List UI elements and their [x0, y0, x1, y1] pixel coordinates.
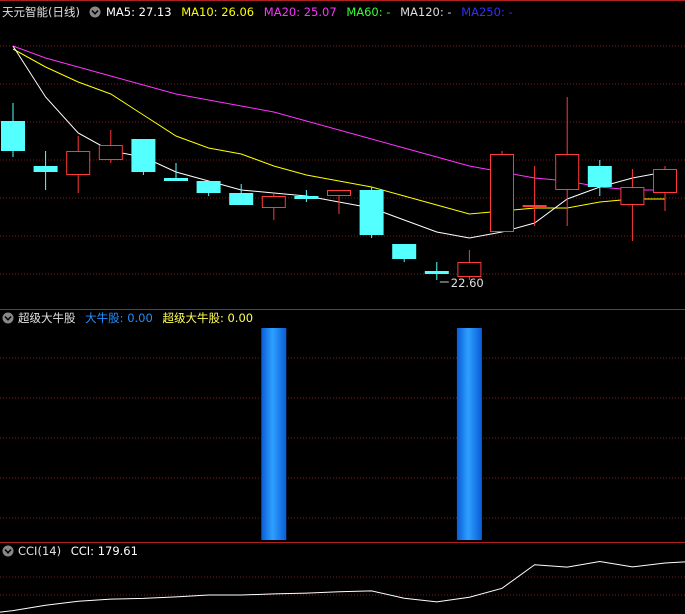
- ma60-legend: MA60: -: [346, 5, 390, 19]
- ma250-legend: MA250: -: [461, 5, 512, 19]
- candle[interactable]: [359, 187, 384, 238]
- candle-body-up: [327, 190, 351, 196]
- candle-body-down: [196, 181, 221, 193]
- ma-legend: MA5: 27.13 MA10: 26.06 MA20: 25.07 MA60:…: [106, 5, 513, 19]
- ma20-legend: MA20: 25.07: [264, 5, 337, 19]
- ma120-legend: MA120: -: [400, 5, 451, 19]
- low-price-label: 22.60: [451, 276, 484, 290]
- candle-body-up: [653, 169, 677, 193]
- bull-indicator-name: 超级大牛股: [18, 311, 76, 325]
- ma5-legend: MA5: 27.13: [106, 5, 172, 19]
- stock-title: 天元智能(日线): [2, 5, 80, 19]
- candle-body-down: [33, 166, 58, 172]
- candle-body-down: [359, 190, 384, 235]
- cci-legend: CCI(14) CCI: 179.61: [18, 544, 138, 558]
- bull-signal-bar[interactable]: [261, 328, 287, 540]
- price-menu-button[interactable]: [89, 6, 101, 18]
- candle-body-down: [392, 244, 417, 259]
- candle-body-down: [587, 166, 612, 187]
- stock-chart[interactable]: 22.60 天元智能(日线) MA5: 27.13 MA10: 26.06 MA…: [0, 0, 685, 614]
- candle-body-up: [261, 196, 286, 208]
- ma10-legend: MA10: 26.06: [181, 5, 254, 19]
- bull-legend: 超级大牛股 大牛股: 0.00 超级大牛股: 0.00: [18, 311, 253, 325]
- bull-menu-button[interactable]: [2, 312, 14, 324]
- candle[interactable]: [131, 139, 156, 175]
- bull-panel-header: 超级大牛股 大牛股: 0.00 超级大牛股: 0.00: [2, 311, 253, 325]
- candle-body-up: [98, 145, 123, 160]
- bull-signal-bar[interactable]: [456, 328, 482, 540]
- candle-body-down: [131, 139, 156, 172]
- candle[interactable]: [490, 151, 514, 232]
- candle-body-up: [66, 151, 91, 175]
- candle-body-down: [424, 271, 449, 274]
- price-panel-header: 天元智能(日线) MA5: 27.13 MA10: 26.06 MA20: 25…: [2, 5, 513, 19]
- bull-yellow-legend: 超级大牛股: 0.00: [162, 311, 253, 325]
- cci-indicator-name: CCI(14): [18, 544, 61, 558]
- candle-body-down: [294, 196, 319, 199]
- bull-blue-legend: 大牛股: 0.00: [85, 311, 153, 325]
- candle-body-up: [490, 154, 514, 232]
- candle-body-down: [1, 121, 25, 151]
- chart-background: [0, 0, 685, 614]
- cci-value-legend: CCI: 179.61: [71, 544, 138, 558]
- candle-body-up: [555, 154, 580, 190]
- candle-body-down: [164, 178, 188, 181]
- candle-body-up: [620, 187, 645, 205]
- candle-body-down: [229, 193, 254, 205]
- cci-panel-header: CCI(14) CCI: 179.61: [2, 544, 138, 558]
- candle-body-up: [522, 205, 547, 207]
- cci-menu-button[interactable]: [2, 545, 14, 557]
- candle-body-up: [457, 262, 482, 277]
